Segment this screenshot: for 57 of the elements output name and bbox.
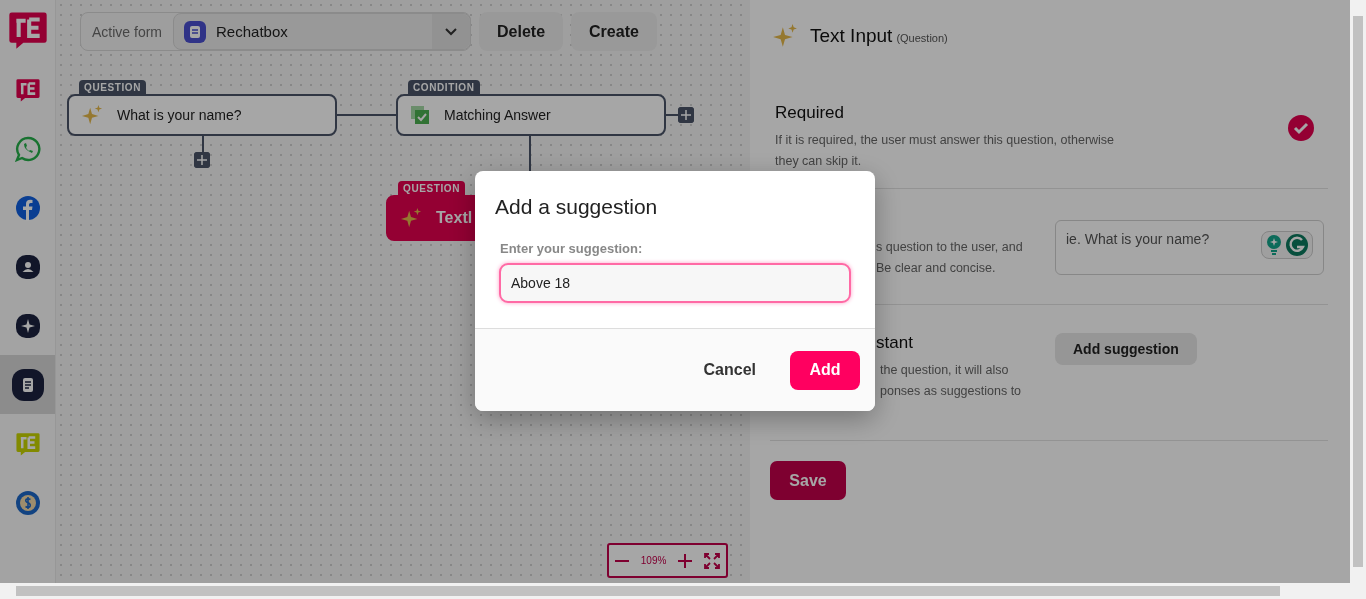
document-icon[interactable]: [10, 367, 45, 402]
active-form-selector[interactable]: Active form Rechatbox: [80, 12, 471, 51]
panel-title: Text Input: [810, 25, 893, 47]
section-description: If it is required, the user must answer this question, otherwise they can skip it.: [775, 132, 1116, 170]
form-icon: [184, 20, 206, 43]
vertical-scrollbar[interactable]: [1353, 16, 1363, 567]
fullscreen-icon[interactable]: [704, 552, 721, 569]
node-label: Textl: [436, 209, 473, 227]
sparkle-icon[interactable]: [14, 312, 41, 339]
sparkle-icon: [772, 23, 798, 49]
field-label: Enter your suggestion:: [500, 241, 644, 256]
check-icon[interactable]: [1287, 114, 1315, 142]
node-label: What is your name?: [117, 107, 242, 123]
dialog-title: Add a suggestion: [494, 194, 659, 219]
sidebar-item[interactable]: [0, 355, 55, 414]
horizontal-scrollbar[interactable]: [16, 586, 1280, 596]
active-form-label: Active form: [91, 23, 163, 40]
person-icon[interactable]: [14, 253, 41, 280]
node-label: Matching Answer: [444, 107, 551, 123]
zoom-level: 109%: [640, 555, 667, 566]
section-description: ponses as suggestions to: [880, 383, 1022, 400]
writing-assistant-badge[interactable]: [1261, 231, 1313, 259]
chat-bubble-icon[interactable]: [14, 135, 41, 162]
lightbulb-icon: [1266, 235, 1282, 255]
form-name: Rechatbox: [216, 23, 289, 40]
section-description: s question to the user, and: [876, 239, 1023, 256]
suggestion-input-field[interactable]: Above 18: [499, 263, 851, 303]
add-button[interactable]: Add: [790, 350, 860, 390]
section-title: stant: [876, 333, 913, 353]
flow-node[interactable]: Matching Answer: [396, 94, 666, 136]
node-type-label: QUESTION: [79, 80, 147, 94]
zoom-out-icon[interactable]: [614, 559, 629, 562]
add-icon[interactable]: [194, 152, 210, 168]
dollar-icon[interactable]: [14, 489, 41, 516]
toolbar-button[interactable]: Create: [571, 12, 657, 51]
add-suggestion-button[interactable]: Add suggestion: [1055, 333, 1197, 365]
chevron-down-icon: [445, 27, 457, 36]
node-type-label: QUESTION: [398, 181, 466, 195]
panel-subtitle: (Question): [896, 32, 948, 44]
sparkle-icon: [81, 104, 103, 126]
section-description: the question, it will also: [880, 362, 1009, 379]
section-description: Be clear and concise.: [876, 260, 996, 277]
save-button[interactable]: Save: [770, 461, 846, 500]
brand-logo-icon[interactable]: [14, 76, 41, 103]
toolbar-button[interactable]: Delete: [479, 12, 564, 51]
sparkle-icon: [400, 207, 422, 229]
add-icon[interactable]: [678, 107, 694, 123]
facebook-icon[interactable]: [14, 194, 41, 221]
cancel-button[interactable]: Cancel: [697, 360, 762, 380]
zoom-in-icon[interactable]: [678, 553, 693, 568]
grammar-check-icon: [1286, 234, 1308, 256]
node-type-label: CONDITION: [408, 80, 480, 94]
section-title: Required: [775, 103, 845, 123]
question-text-field[interactable]: ie. What is your name?: [1055, 220, 1324, 275]
placeholder: ie. What is your name?: [1066, 231, 1210, 247]
checkbox-icon: [410, 105, 430, 125]
flow-node[interactable]: What is your name?: [67, 94, 337, 136]
